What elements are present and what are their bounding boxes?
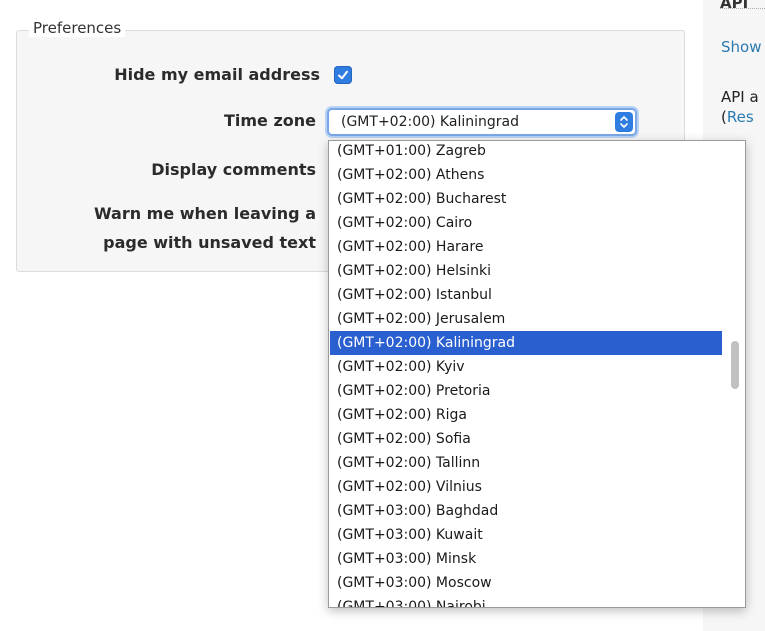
time-zone-option[interactable]: (GMT+02:00) Jerusalem — [330, 307, 722, 331]
time-zone-option[interactable]: (GMT+02:00) Kyiv — [330, 355, 722, 379]
show-api-key-link[interactable]: Show — [721, 38, 761, 56]
dropdown-scrollbar-thumb[interactable] — [731, 341, 739, 389]
page: API Show API a (Res Preferences Hide my … — [0, 0, 765, 631]
time-zone-option[interactable]: (GMT+02:00) Athens — [330, 163, 722, 187]
time-zone-option[interactable]: (GMT+02:00) Vilnius — [330, 475, 722, 499]
time-zone-option[interactable]: (GMT+03:00) Moscow — [330, 571, 722, 595]
api-reset-line: (Res — [721, 108, 754, 126]
time-zone-option[interactable]: (GMT+02:00) Pretoria — [330, 379, 722, 403]
api-description-text: API a — [721, 88, 759, 106]
time-zone-option[interactable]: (GMT+02:00) Harare — [330, 235, 722, 259]
time-zone-selected-value: (GMT+02:00) Kaliningrad — [341, 114, 519, 130]
hide-email-label: Hide my email address — [114, 65, 320, 84]
time-zone-dropdown-list[interactable]: (GMT+01:00) Zagreb (GMT+02:00) Athens (GMT… — [328, 140, 746, 608]
time-zone-option[interactable]: (GMT+03:00) Nairobi — [330, 595, 722, 607]
preferences-legend: Preferences — [29, 19, 126, 37]
time-zone-option-selected[interactable]: (GMT+02:00) Kaliningrad — [330, 331, 722, 355]
warn-unsaved-label-line2: page with unsaved text — [103, 233, 316, 252]
time-zone-select[interactable]: (GMT+02:00) Kaliningrad — [327, 108, 637, 136]
api-section-header: API — [720, 0, 765, 9]
time-zone-option[interactable]: (GMT+02:00) Istanbul — [330, 283, 722, 307]
time-zone-option[interactable]: (GMT+02:00) Sofia — [330, 427, 722, 451]
checkmark-icon — [338, 70, 348, 80]
display-comments-label: Display comments — [151, 160, 316, 179]
time-zone-option[interactable]: (GMT+03:00) Minsk — [330, 547, 722, 571]
time-zone-option[interactable]: (GMT+02:00) Bucharest — [330, 187, 722, 211]
time-zone-option[interactable]: (GMT+03:00) Kuwait — [330, 523, 722, 547]
time-zone-option[interactable]: (GMT+02:00) Tallinn — [330, 451, 722, 475]
time-zone-option[interactable]: (GMT+02:00) Cairo — [330, 211, 722, 235]
select-stepper-icon — [615, 112, 633, 132]
time-zone-option[interactable]: (GMT+01:00) Zagreb — [330, 141, 722, 163]
time-zone-option[interactable]: (GMT+03:00) Baghdad — [330, 499, 722, 523]
reset-api-key-link[interactable]: Res — [727, 108, 754, 126]
time-zone-label: Time zone — [223, 111, 316, 130]
time-zone-option[interactable]: (GMT+02:00) Riga — [330, 403, 722, 427]
hide-email-checkbox[interactable] — [334, 66, 352, 84]
time-zone-option[interactable]: (GMT+02:00) Helsinki — [330, 259, 722, 283]
warn-unsaved-label-line1: Warn me when leaving a — [93, 204, 316, 223]
